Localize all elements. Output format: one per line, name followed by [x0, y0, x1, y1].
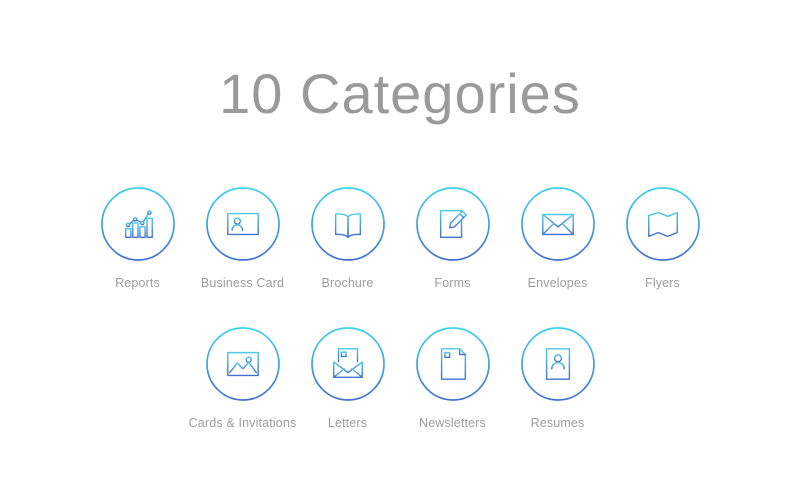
- folded-map-icon: [647, 211, 678, 238]
- category-icon-ring: [415, 186, 491, 262]
- category-icon-ring: [520, 186, 596, 262]
- categories-row-2: Cards & Invitations Letters Newsletters …: [0, 326, 800, 430]
- category-icon-ring: [100, 186, 176, 262]
- open-envelope-letter-icon: [332, 348, 363, 379]
- category-icon-ring: [205, 186, 281, 262]
- category-label: Brochure: [321, 276, 374, 290]
- category-icon-ring: [520, 326, 596, 402]
- picture-frame-icon: [226, 351, 259, 377]
- categories-page: 10 Categories Reports Business Card Broc…: [0, 0, 800, 500]
- category-label: Flyers: [645, 276, 680, 290]
- category-label: Envelopes: [527, 276, 588, 290]
- category-item-reports[interactable]: Reports: [85, 186, 190, 290]
- category-label: Forms: [434, 276, 471, 290]
- category-icon-ring: [625, 186, 701, 262]
- category-item-envelopes[interactable]: Envelopes: [505, 186, 610, 290]
- category-item-flyers[interactable]: Flyers: [610, 186, 715, 290]
- category-label: Reports: [115, 276, 160, 290]
- document-pencil-icon: [439, 209, 467, 239]
- id-card-icon: [226, 212, 259, 236]
- category-icon-ring: [310, 326, 386, 402]
- page-title: 10 Categories: [219, 62, 581, 125]
- category-item-newsletters[interactable]: Newsletters: [400, 326, 505, 430]
- category-icon-ring: [205, 326, 281, 402]
- categories-row-1: Reports Business Card Brochure Forms Env…: [0, 186, 800, 290]
- document-lines-icon: [440, 348, 466, 380]
- category-label: Business Card: [200, 276, 285, 290]
- category-item-letters[interactable]: Letters: [295, 326, 400, 430]
- category-icon-ring: [415, 326, 491, 402]
- category-item-forms[interactable]: Forms: [400, 186, 505, 290]
- category-item-business-card[interactable]: Business Card: [190, 186, 295, 290]
- category-item-cards-invitations[interactable]: Cards & Invitations: [188, 326, 297, 430]
- categories-grid: Reports Business Card Brochure Forms Env…: [0, 186, 800, 430]
- resume-person-icon: [545, 348, 570, 380]
- category-label: Cards & Invitations: [188, 416, 297, 430]
- bar-chart-line-icon: [122, 210, 155, 240]
- category-label: Resumes: [530, 416, 585, 430]
- category-label: Letters: [327, 416, 368, 430]
- category-item-resumes[interactable]: Resumes: [505, 326, 610, 430]
- category-label: Newsletters: [419, 416, 486, 430]
- open-book-icon: [334, 213, 361, 239]
- category-icon-ring: [310, 186, 386, 262]
- category-item-brochure[interactable]: Brochure: [295, 186, 400, 290]
- envelope-icon: [541, 213, 574, 236]
